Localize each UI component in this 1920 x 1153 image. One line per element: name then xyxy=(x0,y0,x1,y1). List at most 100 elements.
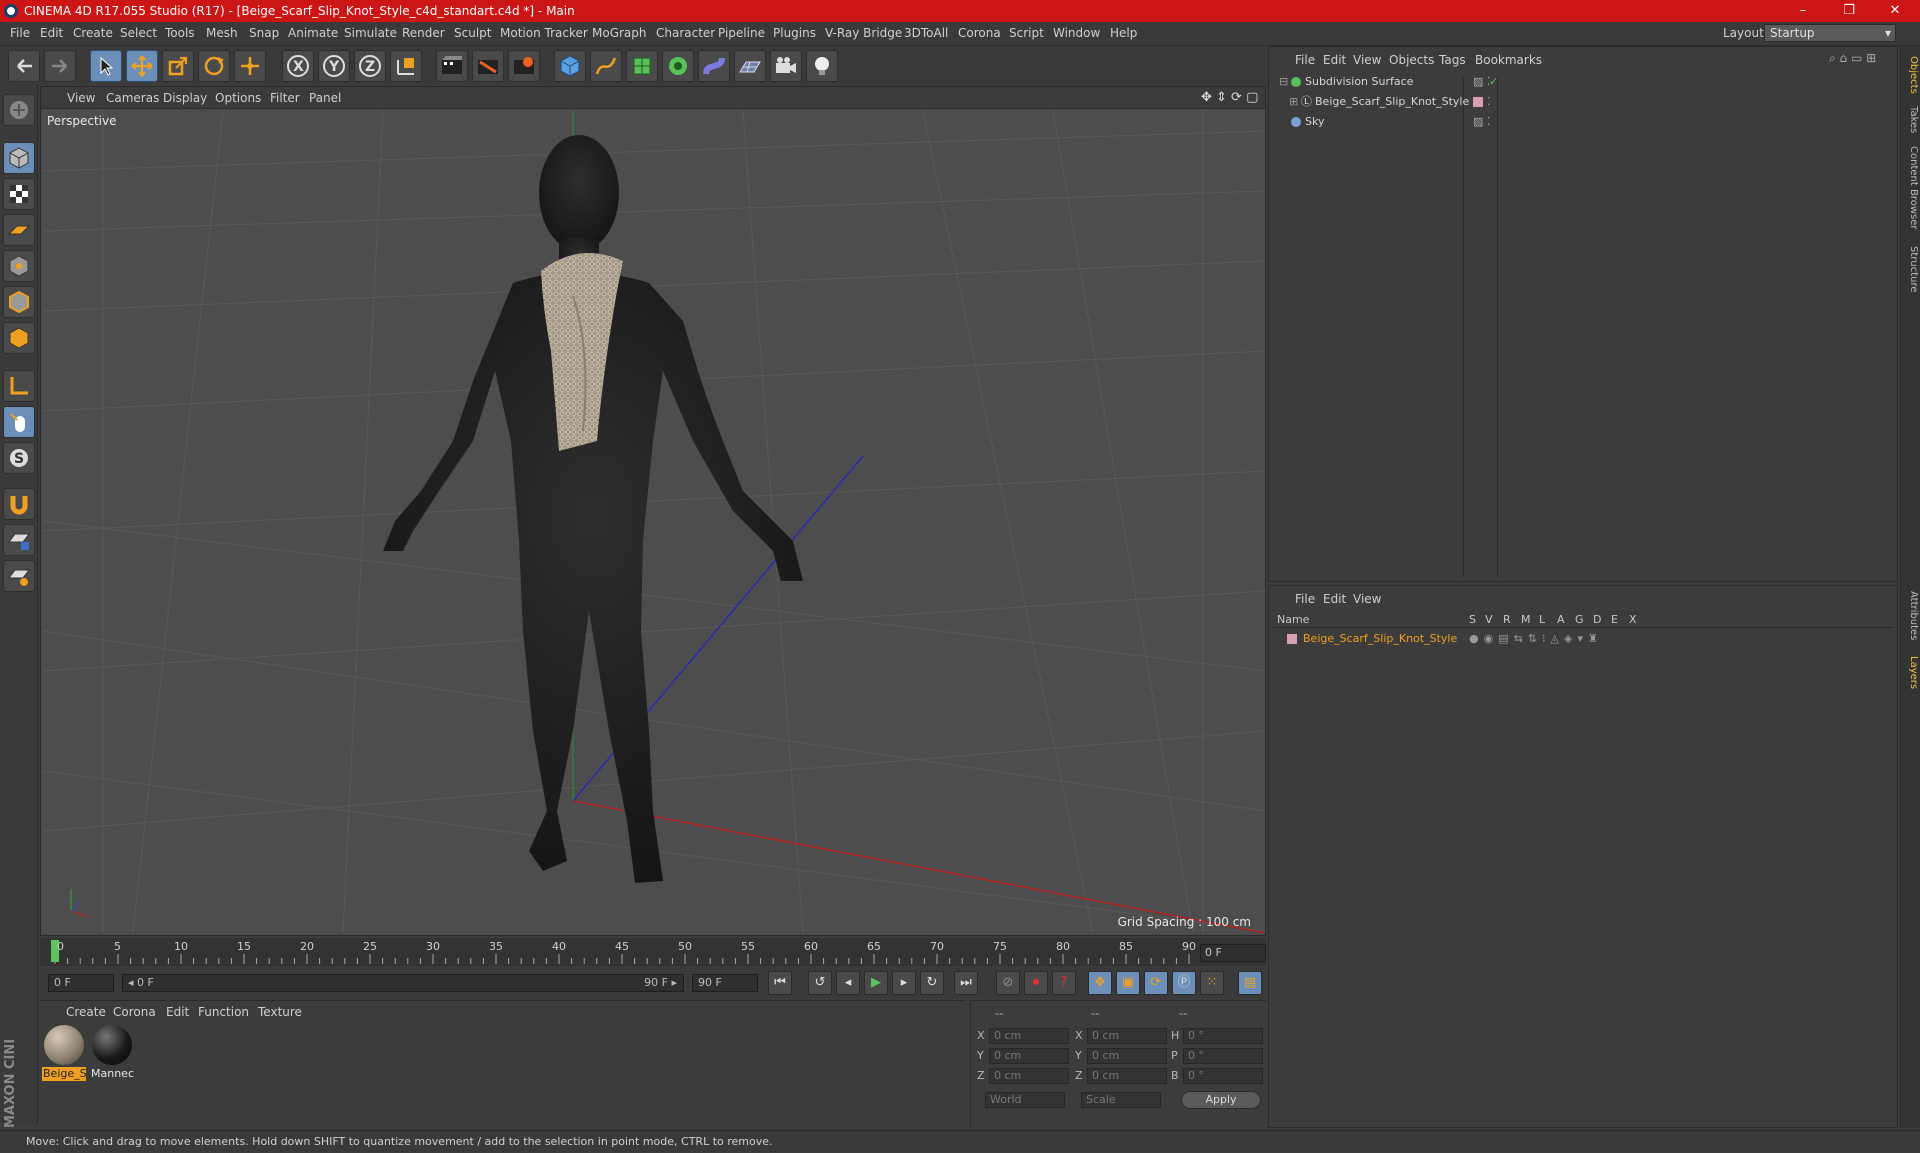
collapse-icon[interactable]: ⊟ xyxy=(1279,73,1288,91)
layer-row[interactable]: Beige_Scarf_Slip_Knot_Style ●◉▤⇆⇅⁝◬◈▾♜ xyxy=(1273,630,1893,648)
live-selection-button[interactable] xyxy=(90,50,122,82)
cloner-button[interactable] xyxy=(662,50,694,82)
close-button[interactable]: ✕ xyxy=(1872,0,1918,22)
goto-start-button[interactable]: ⏮ xyxy=(768,971,792,995)
viewport-canvas[interactable]: Perspective Grid Spacing : 100 cm xyxy=(43,111,1265,933)
key-scale-button[interactable]: ▣ xyxy=(1116,971,1140,995)
record-keys-button[interactable]: ⊘ xyxy=(996,971,1020,995)
subdivision-surface-button[interactable] xyxy=(626,50,658,82)
cube-object-button[interactable] xyxy=(554,50,586,82)
position-x-field[interactable]: 0 cm xyxy=(989,1028,1069,1044)
render-view-button[interactable] xyxy=(436,50,468,82)
rotation-b-field[interactable]: 0 ° xyxy=(1183,1068,1263,1084)
texture-mode-button[interactable] xyxy=(3,178,35,210)
play-button[interactable]: ▶ xyxy=(864,971,888,995)
spline-pen-button[interactable] xyxy=(590,50,622,82)
position-y-field[interactable]: 0 cm xyxy=(989,1048,1069,1064)
obj-menu-tags[interactable]: Tags xyxy=(1439,53,1466,67)
menu-render[interactable]: Render xyxy=(402,26,445,40)
make-editable-button[interactable] xyxy=(3,94,35,126)
camera-object-button[interactable] xyxy=(770,50,802,82)
next-keyframe-button[interactable]: ↻ xyxy=(920,971,944,995)
menu-select[interactable]: Select xyxy=(120,26,157,40)
magnet-button[interactable] xyxy=(3,488,35,520)
obj-menu-bookmarks[interactable]: Bookmarks xyxy=(1475,53,1542,67)
move-tool-button[interactable] xyxy=(126,50,158,82)
vp-menu-filter[interactable]: Filter xyxy=(270,91,300,105)
points-mode-button[interactable] xyxy=(3,250,35,282)
menu-mesh[interactable]: Mesh xyxy=(206,26,238,40)
next-frame-button[interactable]: ▸ xyxy=(892,971,916,995)
tab-attributes[interactable]: Attributes xyxy=(1903,591,1919,640)
position-z-field[interactable]: 0 cm xyxy=(989,1068,1069,1084)
menu-tools[interactable]: Tools xyxy=(165,26,195,40)
layer-flag-icons[interactable]: ●◉▤⇆⇅⁝◬◈▾♜ xyxy=(1469,630,1603,648)
object-search-icon[interactable]: ⌕ ⌂ ▭ ⊞ xyxy=(1829,51,1876,66)
menu-plugins[interactable]: Plugins xyxy=(773,26,816,40)
apply-button[interactable]: Apply xyxy=(1181,1091,1261,1109)
layer-menu-view[interactable]: View xyxy=(1353,592,1381,606)
menu-motion-tracker[interactable]: Motion Tracker xyxy=(500,26,588,40)
x-axis-lock-button[interactable]: X xyxy=(282,50,314,82)
menu-animate[interactable]: Animate xyxy=(288,26,338,40)
key-pla-button[interactable]: ⁙ xyxy=(1200,971,1224,995)
start-frame-field[interactable]: 0 F xyxy=(48,974,114,992)
rotation-h-field[interactable]: 0 ° xyxy=(1183,1028,1263,1044)
restore-button[interactable]: ❐ xyxy=(1826,0,1872,22)
vp-menu-panel[interactable]: Panel xyxy=(309,91,341,105)
object-row-scarf[interactable]: ⊞ Ⓛ Beige_Scarf_Slip_Knot_Style ⁚ xyxy=(1275,93,1895,111)
size-mode-select[interactable]: Scale xyxy=(1081,1092,1161,1108)
enabled-check-icon[interactable]: ✓ xyxy=(1489,73,1498,91)
vp-menu-display[interactable]: Display xyxy=(163,91,207,105)
render-picture-viewer-button[interactable] xyxy=(472,50,504,82)
viewport-nav-icons[interactable]: ✥ ⇕ ⟳ ▢ xyxy=(1201,90,1258,105)
coordinate-system-button[interactable] xyxy=(390,50,422,82)
obj-menu-file[interactable]: File xyxy=(1295,53,1315,67)
menu-snap[interactable]: Snap xyxy=(249,26,279,40)
redo-button[interactable] xyxy=(44,50,76,82)
menu-3dtoall[interactable]: 3DToAll xyxy=(904,26,948,40)
vp-menu-options[interactable]: Options xyxy=(215,91,261,105)
keyframe-selection-button[interactable]: ? xyxy=(1052,971,1076,995)
mat-menu-texture[interactable]: Texture xyxy=(258,1005,302,1019)
menu-pipeline[interactable]: Pipeline xyxy=(718,26,765,40)
object-row-subdivision[interactable]: ⊟ Subdivision Surface ▨ ⁚ ✓ xyxy=(1275,73,1895,91)
polygons-mode-button[interactable] xyxy=(3,322,35,354)
model-mode-button[interactable] xyxy=(3,142,35,174)
timeline-window-button[interactable]: ▤ xyxy=(1238,971,1262,995)
minimize-button[interactable]: – xyxy=(1780,0,1826,22)
goto-end-button[interactable]: ⏭ xyxy=(954,971,978,995)
key-rotation-button[interactable]: ⟳ xyxy=(1144,971,1168,995)
visibility-dots-icon[interactable]: ⁚ xyxy=(1487,93,1491,111)
z-axis-lock-button[interactable]: Z xyxy=(354,50,386,82)
floor-object-button[interactable] xyxy=(734,50,766,82)
menu-vray-bridge[interactable]: V-Ray Bridge xyxy=(825,26,902,40)
visibility-dots-icon[interactable]: ▨ ⁚ xyxy=(1473,113,1490,131)
grid-snap-button[interactable] xyxy=(3,560,35,592)
tweak-mode-button[interactable] xyxy=(3,406,35,438)
obj-menu-edit[interactable]: Edit xyxy=(1323,53,1346,67)
vp-menu-cameras[interactable]: Cameras xyxy=(106,91,159,105)
size-z-field[interactable]: 0 cm xyxy=(1087,1068,1167,1084)
frame-range-slider[interactable]: ◂ 0 F 90 F ▸ xyxy=(122,974,684,992)
scale-tool-button[interactable] xyxy=(162,50,194,82)
menu-file[interactable]: File xyxy=(10,26,30,40)
coord-mode-select[interactable]: World xyxy=(985,1092,1065,1108)
expand-icon[interactable]: ⊞ xyxy=(1289,93,1298,111)
menu-window[interactable]: Window xyxy=(1053,26,1100,40)
key-parameter-button[interactable]: Ⓟ xyxy=(1172,971,1196,995)
menu-help[interactable]: Help xyxy=(1110,26,1137,40)
layer-menu-file[interactable]: File xyxy=(1295,592,1315,606)
menu-create[interactable]: Create xyxy=(73,26,113,40)
vp-menu-view[interactable]: View xyxy=(67,91,95,105)
prev-frame-button[interactable]: ◂ xyxy=(836,971,860,995)
mat-menu-corona[interactable]: Corona xyxy=(113,1005,156,1019)
size-y-field[interactable]: 0 cm xyxy=(1087,1048,1167,1064)
size-x-field[interactable]: 0 cm xyxy=(1087,1028,1167,1044)
menu-sculpt[interactable]: Sculpt xyxy=(454,26,491,40)
menu-mograph[interactable]: MoGraph xyxy=(592,26,647,40)
visibility-dots-icon[interactable]: ▨ ⁚ xyxy=(1473,73,1490,91)
object-row-sky[interactable]: Sky ▨ ⁚ xyxy=(1275,113,1895,131)
tab-structure[interactable]: Structure xyxy=(1903,246,1919,293)
material-swatch-beige[interactable]: Beige_S xyxy=(42,1023,86,1081)
